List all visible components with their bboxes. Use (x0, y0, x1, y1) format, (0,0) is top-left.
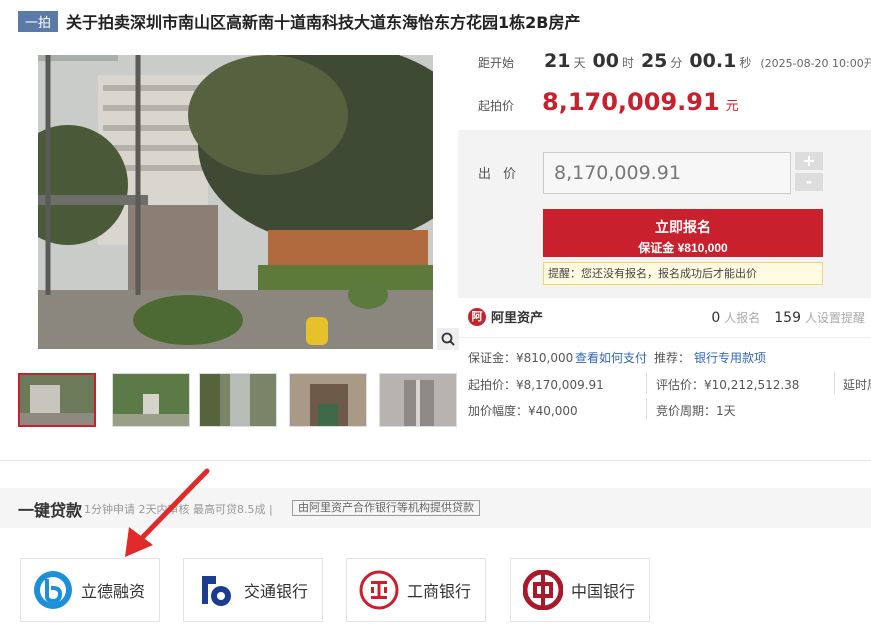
thumbnail-4[interactable] (289, 373, 367, 427)
section-divider (0, 460, 871, 461)
auction-round-badge: 一拍 (18, 10, 59, 32)
signup-deposit-label: 保证金 ¥810,000 (638, 240, 728, 255)
auction-page: 一拍 关于拍卖深圳市南山区高新南十道南科技大道东海怡东方花园1栋2B房产 距开始… (0, 0, 871, 625)
countdown-seconds: 00.1 (689, 50, 737, 72)
reminder-count: 159 (774, 310, 801, 326)
signup-count: 0 (711, 310, 721, 326)
start-price-row: 起拍价 8,170,009.91 元 (478, 88, 739, 116)
countdown-label: 距开始 (478, 56, 515, 70)
thumbnail-5[interactable] (379, 373, 457, 427)
divider (834, 372, 835, 394)
bid-increment-detail: 加价幅度：¥40,000 (468, 404, 578, 418)
bank-card-bocom[interactable]: 交通银行 (183, 558, 323, 622)
thumbnail-3[interactable] (199, 373, 277, 427)
thumbnail-1[interactable] (18, 373, 96, 427)
bid-label: 出 价 (478, 167, 521, 182)
signup-button[interactable]: 立即报名 保证金 ¥810,000 (543, 209, 823, 257)
zoom-button[interactable] (437, 328, 459, 350)
bank-name: 立德融资 (81, 582, 146, 601)
bank-card-icbc[interactable]: 工商银行 (346, 558, 486, 622)
loan-provider-tag: 由阿里资产合作银行等机构提供贷款 (292, 500, 480, 516)
divider (646, 398, 647, 420)
start-price-unit: 元 (725, 99, 739, 114)
bank-name: 中国银行 (571, 582, 636, 601)
bank-name: 工商银行 (407, 582, 472, 601)
reminder-count-label: 人设置提醒 (804, 311, 865, 325)
ali-assets-name: 阿里资产 (491, 311, 544, 326)
assessed-price-detail: 评估价：¥10,212,512.38 (656, 378, 800, 392)
loan-title: 一键贷款 (18, 501, 83, 520)
auction-stats: 0 人报名 159 人设置提醒 (697, 309, 865, 326)
bid-cycle-detail: 竞价周期：1天 (656, 404, 736, 418)
bank-loan-link[interactable]: 银行专用款项 (694, 349, 766, 366)
countdown-minutes-unit: 分 (670, 56, 683, 70)
start-price-label: 起拍价 (478, 99, 515, 113)
platform-row: 阿 阿里资产 0 人报名 159 人设置提醒 (458, 298, 871, 338)
start-price-value: 8,170,009.91 (542, 88, 720, 116)
bid-amount-input[interactable]: 8,170,009.91 (543, 152, 791, 194)
countdown-hours-unit: 时 (621, 56, 634, 70)
bank-name: 交通银行 (244, 582, 309, 601)
magnifier-icon (441, 332, 455, 346)
countdown-minutes: 25 (640, 50, 668, 72)
boc-logo-icon (523, 570, 563, 610)
red-arrow-icon (125, 468, 210, 557)
how-to-pay-link[interactable]: 查看如何支付 (575, 349, 647, 366)
recommend-label: 推荐： (654, 351, 691, 365)
divider (646, 372, 647, 394)
countdown: 距开始 21 天 00 时 25 分 00.1 秒 (2025-08-20 10… (478, 50, 871, 72)
signup-reminder: 提醒：您还没有报名，报名成功后才能出价 (543, 262, 823, 285)
delay-cycle-detail: 延时周 (843, 378, 871, 392)
deposit-detail: 保证金：¥810,000 (468, 351, 574, 365)
start-price-detail: 起拍价：¥8,170,009.91 (468, 378, 604, 392)
main-property-photo[interactable] (38, 55, 433, 349)
countdown-seconds-unit: 秒 (739, 56, 752, 70)
icbc-logo-icon (359, 570, 399, 610)
decrease-bid-button[interactable]: - (795, 173, 823, 191)
increase-bid-button[interactable]: + (795, 152, 823, 170)
countdown-hours: 00 (592, 50, 619, 72)
bocom-logo-icon (202, 576, 231, 606)
countdown-days-unit: 天 (573, 56, 586, 70)
page-title: 关于拍卖深圳市南山区高新南十道南科技大道东海怡东方花园1栋2B房产 (66, 13, 581, 32)
lide-logo-icon (34, 571, 72, 609)
bank-card-lide[interactable]: 立德融资 (20, 558, 160, 622)
auction-title: 一拍 关于拍卖深圳市南山区高新南十道南科技大道东海怡东方花园1栋2B房产 (18, 10, 580, 32)
signup-button-label: 立即报名 (655, 218, 711, 235)
thumbnail-2[interactable] (112, 373, 190, 427)
auction-start-time: (2025-08-20 10:00开拍) (760, 57, 871, 70)
signup-count-label: 人报名 (724, 311, 761, 325)
countdown-days: 21 (544, 50, 571, 72)
ali-assets-icon: 阿 (468, 307, 486, 326)
ali-assets-logo[interactable]: 阿 阿里资产 (468, 307, 543, 326)
bank-card-boc[interactable]: 中国银行 (510, 558, 650, 622)
